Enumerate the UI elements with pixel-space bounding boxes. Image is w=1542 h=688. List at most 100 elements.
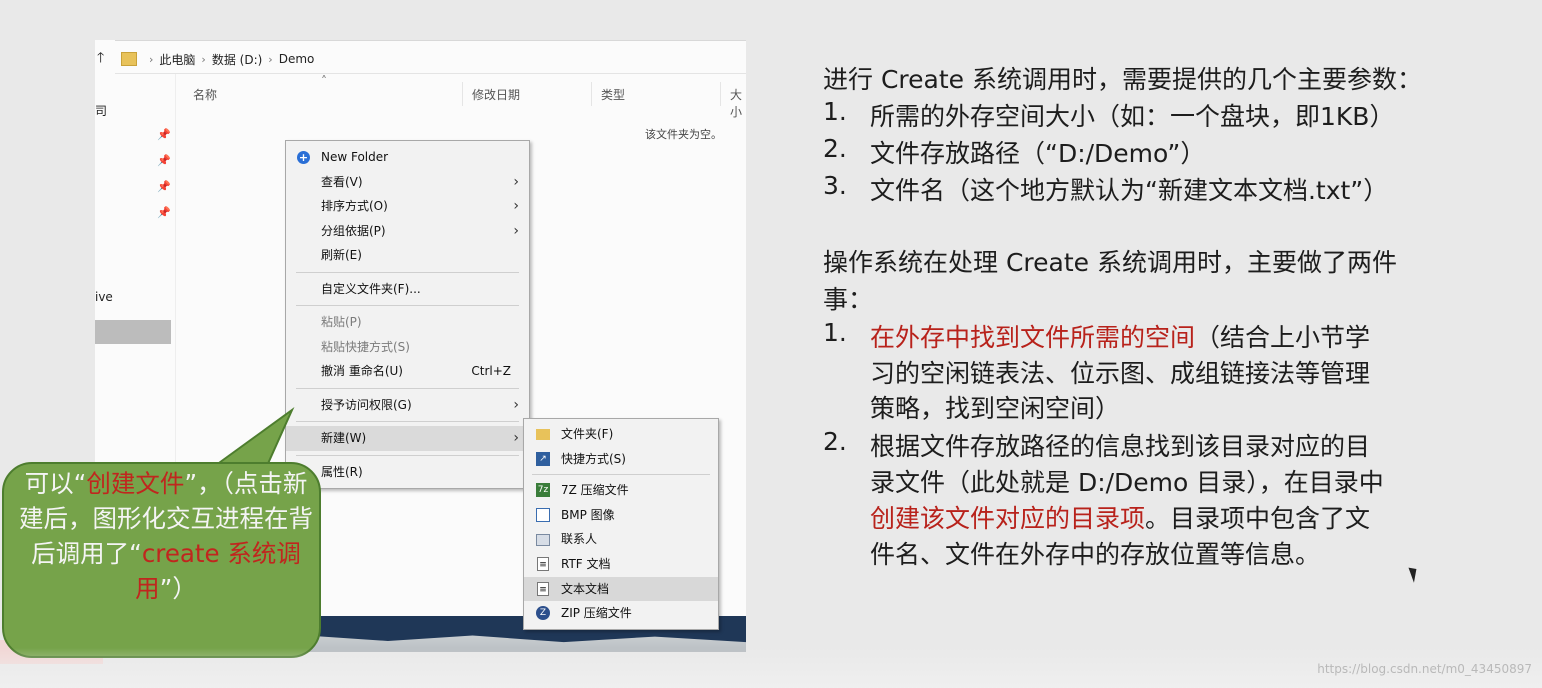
menu-item-customize-folder[interactable]: 自定义文件夹(F)... [286,277,529,302]
submenu-item-contact[interactable]: 联系人 [524,527,718,552]
breadcrumb-drive[interactable]: 数据 (D:) [212,51,262,68]
submenu-item-shortcut[interactable]: ↗ 快捷方式(S) [524,447,718,472]
list-number: 3. [823,171,847,200]
chevron-right-icon: › [513,396,519,413]
step1-text: （结合上小节学 [1195,323,1371,352]
submenu-item-text-document[interactable]: ≡ 文本文档 [524,576,718,602]
chevron-right-icon: › [513,173,519,190]
pin-icon[interactable]: 📌 [157,128,171,141]
nav-selected-item[interactable] [95,320,171,344]
step2-line: 根据文件存放路径的信息找到该目录对应的目 [870,432,1371,461]
list-text: 文件名（这个地方默认为“新建文本文档.txt”） [870,176,1389,205]
menu-item-new-folder[interactable]: + New Folder [286,145,529,170]
column-headers: ˄ 名称 修改日期 类型 大小 [175,74,746,119]
menu-item-properties[interactable]: 属性(R) [286,460,529,485]
breadcrumb-demo[interactable]: Demo [279,52,315,66]
step2-line: 创建该文件对应的目录项。目录项中包含了文 [870,499,1370,535]
menu-item-paste[interactable]: 粘贴(P) [286,310,529,335]
submenu-item-label: 文本文档 [561,581,610,596]
nav-item-label[interactable]: 司 [95,102,107,119]
menu-item-view[interactable]: 查看(V) › [286,170,529,195]
list-text: 所需的外存空间大小（如：一个盘块，即1KB） [870,102,1395,131]
submenu-item-7z[interactable]: 7z 7Z 压缩文件 [524,478,718,503]
new-submenu: 文件夹(F) ↗ 快捷方式(S) 7z 7Z 压缩文件 BMP 图像 联系人 ≡… [523,418,719,630]
shortcut-icon: ↗ [536,451,550,466]
column-size[interactable]: 大小 [730,86,746,120]
callout-text: 可以“创建文件”，（点击新建后，图形化交互进程在背后调用了“create 系统调… [18,466,314,606]
submenu-item-label: 快捷方式(S) [561,451,626,466]
menu-item-sort-by[interactable]: 排序方式(O) › [286,194,529,219]
up-arrow-icon[interactable]: 🡑 [97,47,115,71]
menu-item-label: 刷新(E) [321,248,362,262]
pin-icon[interactable]: 📌 [157,154,171,167]
callout-text-part: ”） [159,574,197,603]
callout-highlight: 创建文件 [86,469,185,498]
menu-item-label: 撤消 重命名(U) [321,364,403,378]
menu-separator [296,454,519,456]
menu-item-label: 属性(R) [321,464,363,479]
divider [462,82,463,106]
pin-icon[interactable]: 📌 [157,180,171,193]
menu-item-label: 自定义文件夹(F)... [321,281,421,296]
breadcrumb-this-pc[interactable]: 此电脑 [159,51,195,68]
callout-text-part: 可以“ [24,469,87,498]
bmp-image-icon [536,507,550,522]
step1-line: 习的空闲链表法、位示图、成组链接法等管理 [870,359,1371,388]
menu-item-paste-shortcut[interactable]: 粘贴快捷方式(S) [286,335,529,360]
submenu-item-bmp[interactable]: BMP 图像 [524,503,718,528]
decorative-haze [0,648,1542,688]
divider [115,40,746,41]
chevron-right-icon: › [201,52,206,66]
menu-item-new[interactable]: 新建(W) › [286,426,529,451]
step1-highlight: 在外存中找到文件所需的空间 [870,323,1196,352]
empty-folder-message: 该文件夹为空。 [645,128,722,141]
menu-item-label: New Folder [321,150,389,164]
menu-item-label: 新建(W) [321,431,367,445]
menu-item-group-by[interactable]: 分组依据(P) › [286,219,529,244]
column-modified[interactable]: 修改日期 [472,86,520,103]
step2-highlight: 创建该文件对应的目录项 [870,504,1146,533]
new-folder-icon: + [297,151,310,164]
submenu-item-label: 联系人 [561,532,598,547]
list-number: 2. [823,134,847,163]
chevron-right-icon: › [513,198,519,214]
submenu-item-label: 文件夹(F) [561,427,614,441]
chevron-right-icon: › [513,222,519,239]
watermark: https://blog.csdn.net/m0_43450897 [1317,662,1532,676]
chevron-right-icon: › [513,430,519,446]
step2-line: 录文件（此处就是 D:/Demo 目录），在目录中 [870,468,1384,497]
menu-item-give-access[interactable]: 授予访问权限(G) › [286,393,529,418]
menu-separator [296,421,519,422]
step1-line: 策略，找到空闲空间） [870,394,1121,423]
shortcut-label: Ctrl+Z [471,364,511,378]
submenu-item-rtf[interactable]: ≡ RTF 文档 [524,552,718,577]
contact-icon [536,534,550,547]
address-bar[interactable]: 🡑 › 此电脑 › 数据 (D:) › Demo [95,46,746,72]
menu-item-label: 查看(V) [321,174,363,189]
divider [591,82,592,106]
list-number: 1. [823,318,847,347]
pin-icon[interactable]: 📌 [157,206,171,219]
archive-7z-icon: 7z [536,483,550,498]
sort-up-icon: ˄ [321,74,327,88]
column-name[interactable]: 名称 [193,86,217,103]
section2-title: 事： [823,285,874,314]
text-document-icon: ≡ [537,581,549,596]
submenu-item-label: 7Z 压缩文件 [561,483,629,498]
column-type[interactable]: 类型 [601,86,625,103]
menu-item-refresh[interactable]: 刷新(E) [286,243,529,268]
folder-icon [536,429,550,440]
context-menu: + New Folder 查看(V) › 排序方式(O) › 分组依据(P) › 刷新… [285,140,530,489]
mouse-cursor-icon [1408,565,1421,583]
folder-icon [121,52,137,66]
submenu-item-label: ZIP 压缩文件 [561,606,632,621]
menu-item-label: 粘贴(P) [321,315,362,329]
submenu-item-folder[interactable]: 文件夹(F) [524,422,718,447]
rtf-document-icon: ≡ [537,556,549,571]
section2-title: 操作系统在处理 Create 系统调用时，主要做了两件 [823,248,1397,277]
menu-item-undo-rename[interactable]: 撤消 重命名(U) Ctrl+Z [286,359,529,384]
section1-title: 进行 Create 系统调用时，需要提供的几个主要参数： [823,65,1422,94]
nav-item-drive[interactable]: ive [95,290,113,304]
submenu-item-zip[interactable]: Z ZIP 压缩文件 [524,601,718,626]
menu-item-label: 分组依据(P) [321,223,386,238]
